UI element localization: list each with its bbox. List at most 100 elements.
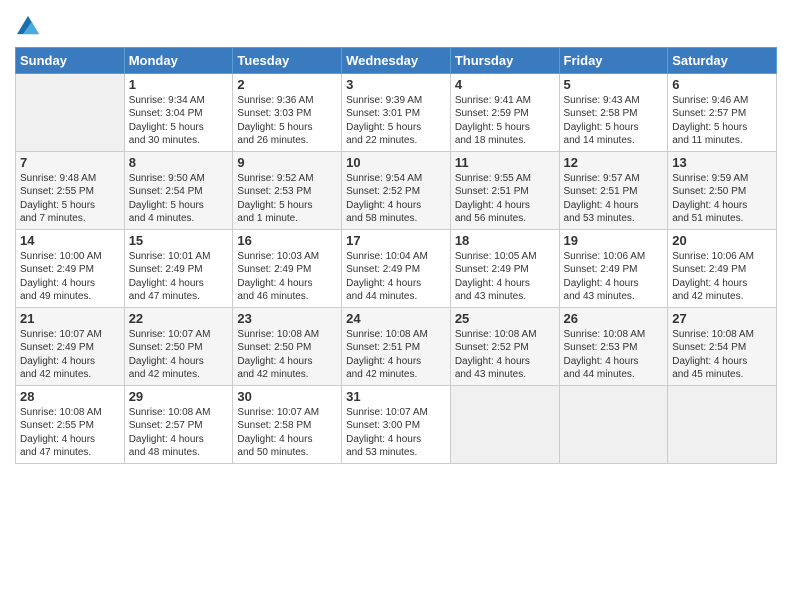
day-info: Sunrise: 10:03 AM Sunset: 2:49 PM Daylig…	[237, 250, 337, 304]
logo	[15, 14, 39, 41]
day-info: Sunrise: 9:39 AM Sunset: 3:01 PM Dayligh…	[346, 94, 446, 148]
day-info: Sunrise: 10:08 AM Sunset: 2:52 PM Daylig…	[455, 328, 555, 382]
calendar-cell	[668, 385, 777, 463]
day-number: 3	[346, 77, 446, 92]
day-info: Sunrise: 10:06 AM Sunset: 2:49 PM Daylig…	[564, 250, 664, 304]
day-number: 5	[564, 77, 664, 92]
day-info: Sunrise: 10:07 AM Sunset: 2:49 PM Daylig…	[20, 328, 120, 382]
calendar-table: SundayMondayTuesdayWednesdayThursdayFrid…	[15, 47, 777, 464]
calendar-week-row: 7 Sunrise: 9:48 AM Sunset: 2:55 PM Daylig…	[16, 151, 777, 229]
day-number: 20	[672, 233, 772, 248]
calendar-cell: 24 Sunrise: 10:08 AM Sunset: 2:51 PM Dayl…	[342, 307, 451, 385]
day-number: 26	[564, 311, 664, 326]
day-info: Sunrise: 10:06 AM Sunset: 2:49 PM Daylig…	[672, 250, 772, 304]
calendar-cell: 8 Sunrise: 9:50 AM Sunset: 2:54 PM Daylig…	[124, 151, 233, 229]
calendar-cell: 13Sunrise: 9:59 AM Sunset: 2:50 PM Dayli…	[668, 151, 777, 229]
day-info: Sunrise: 10:05 AM Sunset: 2:49 PM Daylig…	[455, 250, 555, 304]
weekday-header: Tuesday	[233, 47, 342, 73]
calendar-cell: 11 Sunrise: 9:55 AM Sunset: 2:51 PM Dayli…	[450, 151, 559, 229]
calendar-cell: 2 Sunrise: 9:36 AM Sunset: 3:03 PM Daylig…	[233, 73, 342, 151]
day-info: Sunrise: 9:54 AM Sunset: 2:52 PM Dayligh…	[346, 172, 446, 226]
day-info: Sunrise: 10:08 AM Sunset: 2:55 PM Daylig…	[20, 406, 120, 460]
weekday-header: Friday	[559, 47, 668, 73]
day-info: Sunrise: 9:55 AM Sunset: 2:51 PM Dayligh…	[455, 172, 555, 226]
calendar-cell: 16 Sunrise: 10:03 AM Sunset: 2:49 PM Dayl…	[233, 229, 342, 307]
day-number: 22	[129, 311, 229, 326]
calendar-cell: 25Sunrise: 10:08 AM Sunset: 2:52 PM Dayl…	[450, 307, 559, 385]
day-info: Sunrise: 10:08 AM Sunset: 2:54 PM Daylig…	[672, 328, 772, 382]
calendar-cell: 3 Sunrise: 9:39 AM Sunset: 3:01 PM Daylig…	[342, 73, 451, 151]
day-info: Sunrise: 10:08 AM Sunset: 2:53 PM Daylig…	[564, 328, 664, 382]
calendar-cell	[450, 385, 559, 463]
day-number: 27	[672, 311, 772, 326]
weekday-header: Sunday	[16, 47, 125, 73]
day-number: 7	[20, 155, 120, 170]
day-number: 10	[346, 155, 446, 170]
weekday-header: Monday	[124, 47, 233, 73]
calendar-cell: 23 Sunrise: 10:08 AM Sunset: 2:50 PM Dayl…	[233, 307, 342, 385]
day-number: 14	[20, 233, 120, 248]
logo-text	[15, 14, 39, 41]
day-info: Sunrise: 9:57 AM Sunset: 2:51 PM Dayligh…	[564, 172, 664, 226]
day-number: 9	[237, 155, 337, 170]
day-info: Sunrise: 10:00 AM Sunset: 2:49 PM Daylig…	[20, 250, 120, 304]
calendar-cell: 19 Sunrise: 10:06 AM Sunset: 2:49 PM Dayl…	[559, 229, 668, 307]
calendar-cell: 15Sunrise: 10:01 AM Sunset: 2:49 PM Dayl…	[124, 229, 233, 307]
day-number: 17	[346, 233, 446, 248]
day-number: 13	[672, 155, 772, 170]
calendar-cell: 6Sunrise: 9:46 AM Sunset: 2:57 PM Daylig…	[668, 73, 777, 151]
calendar-cell: 26 Sunrise: 10:08 AM Sunset: 2:53 PM Dayl…	[559, 307, 668, 385]
day-number: 31	[346, 389, 446, 404]
calendar-cell: 18Sunrise: 10:05 AM Sunset: 2:49 PM Dayl…	[450, 229, 559, 307]
day-number: 30	[237, 389, 337, 404]
day-number: 8	[129, 155, 229, 170]
day-info: Sunrise: 10:08 AM Sunset: 2:50 PM Daylig…	[237, 328, 337, 382]
calendar-cell: 20 Sunrise: 10:06 AM Sunset: 2:49 PM Dayl…	[668, 229, 777, 307]
day-info: Sunrise: 10:04 AM Sunset: 2:49 PM Daylig…	[346, 250, 446, 304]
weekday-header: Thursday	[450, 47, 559, 73]
day-number: 16	[237, 233, 337, 248]
day-info: Sunrise: 9:48 AM Sunset: 2:55 PM Dayligh…	[20, 172, 120, 226]
calendar-cell: 1 Sunrise: 9:34 AM Sunset: 3:04 PM Daylig…	[124, 73, 233, 151]
day-number: 28	[20, 389, 120, 404]
weekday-header: Saturday	[668, 47, 777, 73]
calendar-cell: 5 Sunrise: 9:43 AM Sunset: 2:58 PM Daylig…	[559, 73, 668, 151]
day-number: 23	[237, 311, 337, 326]
day-info: Sunrise: 9:52 AM Sunset: 2:53 PM Dayligh…	[237, 172, 337, 226]
weekday-header-row: SundayMondayTuesdayWednesdayThursdayFrid…	[16, 47, 777, 73]
calendar-cell: 21Sunrise: 10:07 AM Sunset: 2:49 PM Dayl…	[16, 307, 125, 385]
day-number: 2	[237, 77, 337, 92]
day-number: 29	[129, 389, 229, 404]
calendar-week-row: 1 Sunrise: 9:34 AM Sunset: 3:04 PM Daylig…	[16, 73, 777, 151]
calendar-cell: 27 Sunrise: 10:08 AM Sunset: 2:54 PM Dayl…	[668, 307, 777, 385]
calendar-cell: 14 Sunrise: 10:00 AM Sunset: 2:49 PM Dayl…	[16, 229, 125, 307]
day-info: Sunrise: 10:07 AM Sunset: 2:58 PM Daylig…	[237, 406, 337, 460]
day-info: Sunrise: 10:08 AM Sunset: 2:51 PM Daylig…	[346, 328, 446, 382]
day-info: Sunrise: 9:43 AM Sunset: 2:58 PM Dayligh…	[564, 94, 664, 148]
day-info: Sunrise: 10:07 AM Sunset: 3:00 PM Daylig…	[346, 406, 446, 460]
calendar-cell: 31 Sunrise: 10:07 AM Sunset: 3:00 PM Dayl…	[342, 385, 451, 463]
page-header	[15, 10, 777, 41]
day-info: Sunrise: 9:34 AM Sunset: 3:04 PM Dayligh…	[129, 94, 229, 148]
day-info: Sunrise: 9:41 AM Sunset: 2:59 PM Dayligh…	[455, 94, 555, 148]
calendar-cell: 9 Sunrise: 9:52 AM Sunset: 2:53 PM Daylig…	[233, 151, 342, 229]
day-info: Sunrise: 9:50 AM Sunset: 2:54 PM Dayligh…	[129, 172, 229, 226]
calendar-cell: 29 Sunrise: 10:08 AM Sunset: 2:57 PM Dayl…	[124, 385, 233, 463]
day-number: 24	[346, 311, 446, 326]
day-number: 11	[455, 155, 555, 170]
calendar-cell: 4Sunrise: 9:41 AM Sunset: 2:59 PM Daylig…	[450, 73, 559, 151]
calendar-week-row: 21Sunrise: 10:07 AM Sunset: 2:49 PM Dayl…	[16, 307, 777, 385]
day-info: Sunrise: 9:36 AM Sunset: 3:03 PM Dayligh…	[237, 94, 337, 148]
calendar-cell: 10 Sunrise: 9:54 AM Sunset: 2:52 PM Dayli…	[342, 151, 451, 229]
day-info: Sunrise: 10:07 AM Sunset: 2:50 PM Daylig…	[129, 328, 229, 382]
calendar-cell	[16, 73, 125, 151]
day-info: Sunrise: 10:08 AM Sunset: 2:57 PM Daylig…	[129, 406, 229, 460]
calendar-cell: 7 Sunrise: 9:48 AM Sunset: 2:55 PM Daylig…	[16, 151, 125, 229]
day-number: 1	[129, 77, 229, 92]
calendar-cell	[559, 385, 668, 463]
calendar-cell: 22 Sunrise: 10:07 AM Sunset: 2:50 PM Dayl…	[124, 307, 233, 385]
calendar-cell: 17 Sunrise: 10:04 AM Sunset: 2:49 PM Dayl…	[342, 229, 451, 307]
calendar-week-row: 28 Sunrise: 10:08 AM Sunset: 2:55 PM Dayl…	[16, 385, 777, 463]
day-number: 19	[564, 233, 664, 248]
day-number: 6	[672, 77, 772, 92]
